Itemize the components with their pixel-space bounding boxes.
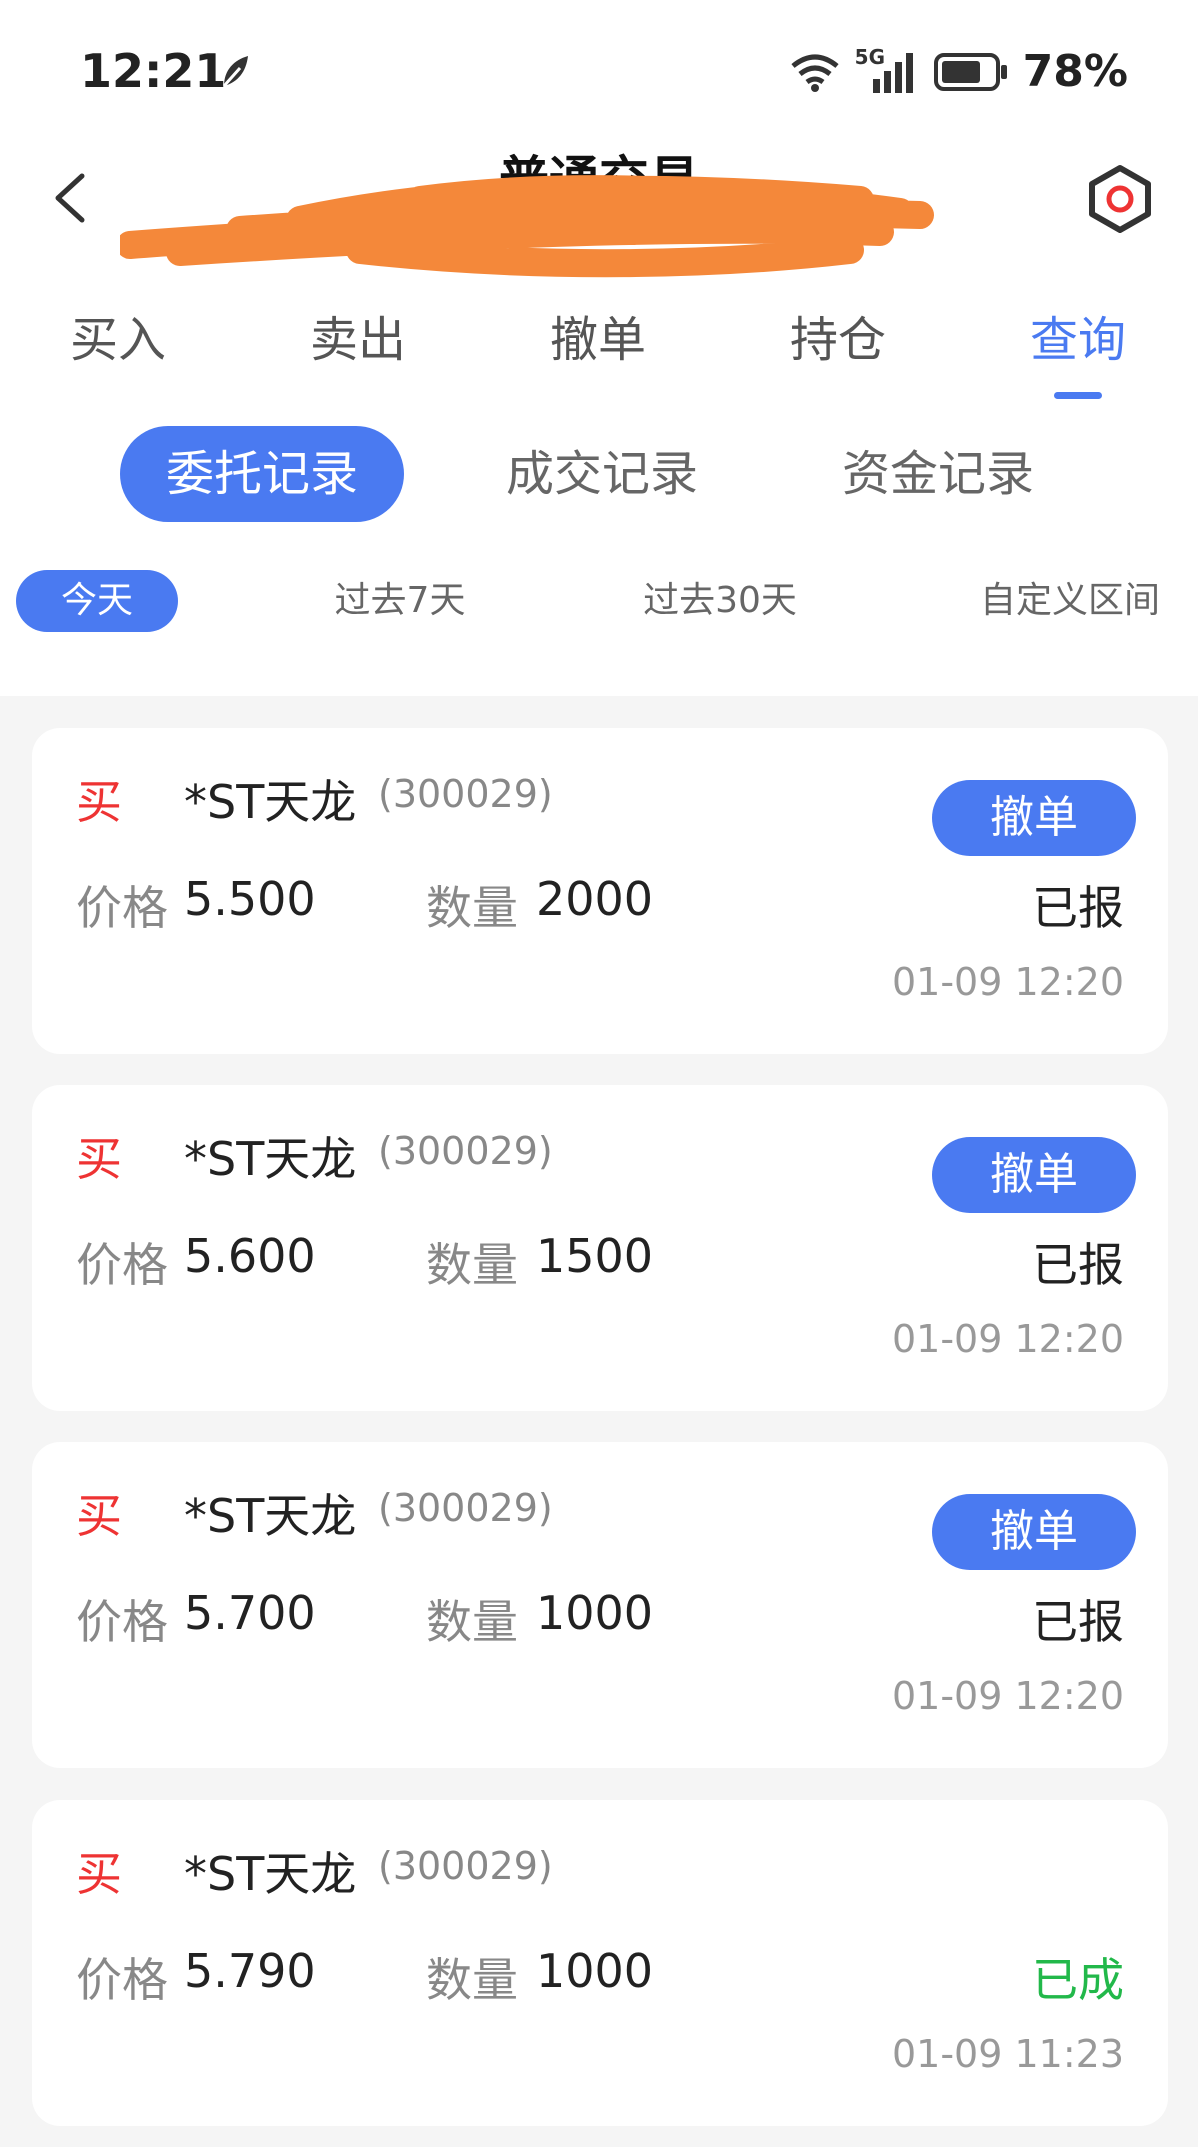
order-side: 买 bbox=[76, 775, 122, 829]
top-area: 12:21 5G 78% 普通交易 买入 卖出 撤单 持仓 查询 委托记录 成交… bbox=[0, 0, 1198, 696]
main-tabs: 买入 卖出 撤单 持仓 查询 bbox=[0, 300, 1198, 400]
order-status: 已报 bbox=[1032, 881, 1124, 935]
tab-query[interactable]: 查询 bbox=[988, 300, 1168, 370]
order-datetime: 01-09 12:20 bbox=[891, 960, 1124, 1004]
tab-cancel[interactable]: 撤单 bbox=[508, 300, 688, 370]
subtab-fund-records[interactable]: 资金记录 bbox=[796, 426, 1080, 522]
order-card[interactable]: 买 *ST天龙 (300029) 撤单 价格 5.500 数量 2000 已报 … bbox=[32, 728, 1168, 1054]
order-datetime: 01-09 12:20 bbox=[891, 1317, 1124, 1361]
active-tab-indicator bbox=[1054, 392, 1102, 399]
stock-code: (300029) bbox=[378, 1486, 553, 1530]
quantity-value: 1000 bbox=[536, 1944, 654, 1998]
status-time: 12:21 bbox=[80, 44, 227, 98]
order-datetime: 01-09 11:23 bbox=[891, 2032, 1124, 2076]
quantity-label: 数量 bbox=[426, 1953, 518, 2007]
price-value: 5.500 bbox=[184, 872, 316, 926]
order-status: 已报 bbox=[1032, 1595, 1124, 1649]
stock-code: (300029) bbox=[378, 1129, 553, 1173]
order-status: 已成 bbox=[1032, 1953, 1124, 2007]
price-value: 5.600 bbox=[184, 1229, 316, 1283]
status-indicators: 5G 78% bbox=[789, 45, 1128, 97]
wifi-icon bbox=[791, 54, 839, 92]
stock-name: *ST天龙 bbox=[184, 1132, 357, 1186]
cancel-order-button[interactable]: 撤单 bbox=[932, 1137, 1136, 1213]
order-card[interactable]: 买 *ST天龙 (300029) 撤单 价格 5.700 数量 1000 已报 … bbox=[32, 1442, 1168, 1768]
tab-sell[interactable]: 卖出 bbox=[268, 300, 448, 370]
range-7-days[interactable]: 过去7天 bbox=[300, 570, 500, 632]
redaction-scribble bbox=[120, 175, 934, 278]
order-card[interactable]: 买 *ST天龙 (300029) 价格 5.790 数量 1000 已成 01-… bbox=[32, 1800, 1168, 2126]
cellular-signal-icon: 5G bbox=[855, 45, 919, 93]
battery-icon bbox=[933, 52, 1007, 91]
quantity-value: 1500 bbox=[536, 1229, 654, 1283]
cancel-order-button[interactable]: 撤单 bbox=[932, 780, 1136, 856]
tab-holdings[interactable]: 持仓 bbox=[748, 300, 928, 370]
range-30-days[interactable]: 过去30天 bbox=[610, 570, 830, 632]
stock-code: (300029) bbox=[378, 1844, 553, 1888]
stock-name: *ST天龙 bbox=[184, 775, 357, 829]
settings-hexagon-icon[interactable] bbox=[1086, 164, 1154, 234]
order-datetime: 01-09 12:20 bbox=[891, 1674, 1124, 1718]
battery-percentage: 78% bbox=[1022, 46, 1128, 97]
price-value: 5.790 bbox=[184, 1944, 316, 1998]
notification-leaf-icon bbox=[222, 56, 248, 87]
price-label: 价格 bbox=[76, 881, 168, 935]
order-status: 已报 bbox=[1032, 1238, 1124, 1292]
order-card[interactable]: 买 *ST天龙 (300029) 撤单 价格 5.600 数量 1500 已报 … bbox=[32, 1085, 1168, 1411]
quantity-label: 数量 bbox=[426, 1595, 518, 1649]
price-label: 价格 bbox=[76, 1238, 168, 1292]
stock-code: (300029) bbox=[378, 772, 553, 816]
subtab-trade-records[interactable]: 成交记录 bbox=[460, 426, 744, 522]
status-bar: 12:21 5G 78% bbox=[0, 0, 1198, 140]
range-today[interactable]: 今天 bbox=[16, 570, 178, 632]
stock-name: *ST天龙 bbox=[184, 1489, 357, 1543]
price-label: 价格 bbox=[76, 1595, 168, 1649]
price-value: 5.700 bbox=[184, 1586, 316, 1640]
subtab-order-records[interactable]: 委托记录 bbox=[120, 426, 404, 522]
price-label: 价格 bbox=[76, 1953, 168, 2007]
quantity-label: 数量 bbox=[426, 881, 518, 935]
quantity-label: 数量 bbox=[426, 1238, 518, 1292]
range-custom[interactable]: 自定义区间 bbox=[960, 570, 1180, 632]
stock-name: *ST天龙 bbox=[184, 1847, 357, 1901]
quantity-value: 1000 bbox=[536, 1586, 654, 1640]
quantity-value: 2000 bbox=[536, 872, 654, 926]
order-side: 买 bbox=[76, 1847, 122, 1901]
order-side: 买 bbox=[76, 1132, 122, 1186]
tab-buy[interactable]: 买入 bbox=[28, 300, 208, 370]
order-side: 买 bbox=[76, 1489, 122, 1543]
cancel-order-button[interactable]: 撤单 bbox=[932, 1494, 1136, 1570]
